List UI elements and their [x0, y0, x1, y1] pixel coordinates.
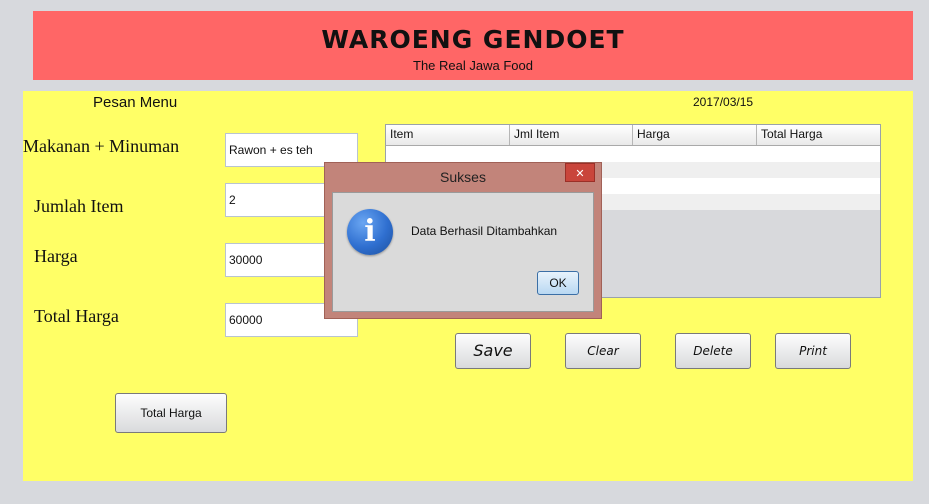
table-header: Item Jml Item Harga Total Harga	[386, 125, 880, 146]
column-header-item[interactable]: Item	[386, 125, 510, 145]
print-button[interactable]: Print	[775, 333, 851, 369]
dialog-body: i Data Berhasil Ditambahkan OK	[332, 192, 594, 312]
total-harga-label: Total Harga	[34, 306, 119, 326]
total-harga-button[interactable]: Total Harga	[115, 393, 227, 433]
date-label: 2017/03/15	[693, 95, 754, 109]
column-header-harga[interactable]: Harga	[633, 125, 757, 145]
makanan-minuman-label: Makanan + Minuman	[23, 136, 180, 156]
delete-button-label: Delete	[693, 344, 733, 358]
app-subtitle: The Real Jawa Food	[413, 58, 533, 73]
ok-button[interactable]: OK	[537, 271, 579, 295]
dialog-title: Sukses	[440, 169, 486, 185]
success-dialog: Sukses ✕ i Data Berhasil Ditambahkan OK	[324, 162, 602, 319]
clear-button-label: Clear	[587, 344, 619, 358]
info-icon: i	[347, 209, 393, 255]
clear-button[interactable]: Clear	[565, 333, 641, 369]
table-row[interactable]	[386, 146, 880, 162]
save-button[interactable]: Save	[455, 333, 531, 369]
dialog-message: Data Berhasil Ditambahkan	[411, 224, 558, 238]
close-icon[interactable]: ✕	[565, 163, 595, 182]
delete-button[interactable]: Delete	[675, 333, 751, 369]
section-title: Pesan Menu	[93, 94, 178, 111]
jumlah-item-label: Jumlah Item	[34, 196, 124, 216]
harga-label: Harga	[34, 246, 78, 266]
total-harga-button-label: Total Harga	[140, 406, 202, 420]
column-header-total-harga[interactable]: Total Harga	[757, 125, 880, 145]
save-button-label: Save	[473, 341, 513, 360]
app-header: WAROENG GENDOET The Real Jawa Food	[33, 11, 913, 80]
app-title: WAROENG GENDOET	[321, 25, 625, 54]
column-header-jml-item[interactable]: Jml Item	[510, 125, 633, 145]
print-button-label: Print	[799, 344, 827, 358]
